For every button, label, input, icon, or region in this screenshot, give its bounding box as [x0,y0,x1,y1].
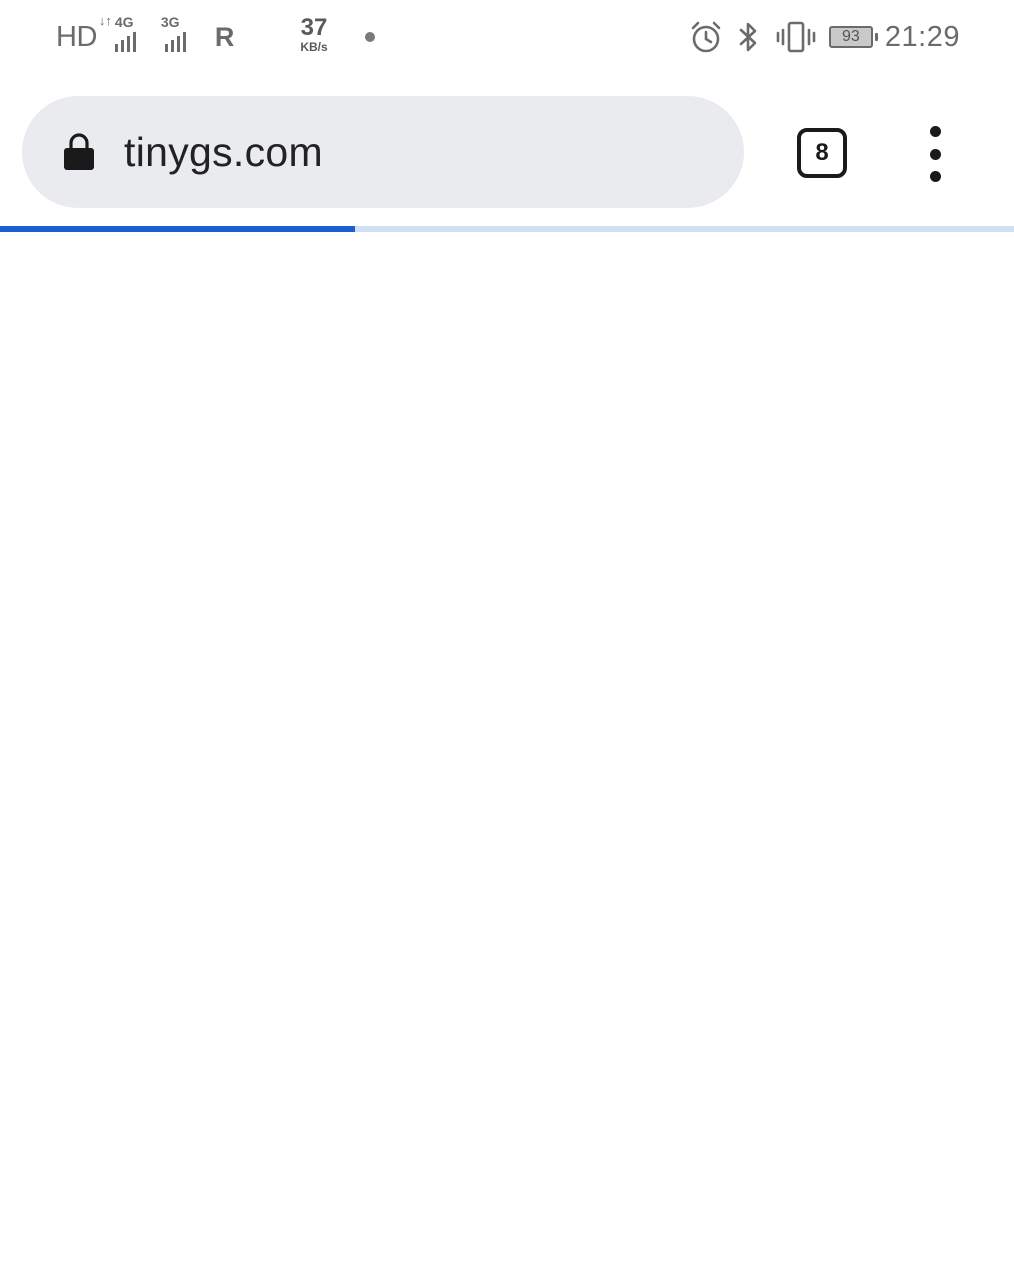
address-bar[interactable]: tinygs.com [22,96,744,208]
network-type-label: 4G [114,14,134,30]
signal-bars-icon [114,32,136,52]
status-bar-right: 93 21:29 [675,14,960,60]
more-vert-icon[interactable] [912,126,958,182]
bluetooth-icon [737,20,761,54]
tab-count: 8 [815,139,829,166]
browser-toolbar: tinygs.com 8 [0,74,1014,226]
web-page-content[interactable] [0,232,1014,1280]
network-type-label: 3G [160,14,180,30]
status-bar-left: HD ↓↑ 4G 3G R [56,14,234,60]
alarm-icon [689,20,723,54]
network-speed-value: 37 [300,14,328,41]
battery-icon: 93 [828,26,878,48]
lock-icon[interactable] [62,132,96,172]
network-speed-unit: KB/s [300,40,328,54]
cellular-signal-3g: 3G [157,14,203,60]
network-speed: 37 KB/s [292,14,336,55]
status-bar: HD ↓↑ 4G 3G R 37 KB/s 93 21:29 [0,0,1014,74]
vibrate-icon [775,20,817,54]
signal-bars-icon [164,32,186,52]
status-clock: 21:29 [884,20,960,53]
data-activity-icon: ↓↑ [98,13,112,28]
roaming-label: R [214,21,235,52]
battery-level: 93 [842,28,860,45]
tab-switcher-button[interactable]: 8 [797,128,847,178]
url-text[interactable]: tinygs.com [124,129,323,176]
notification-dot-icon [365,32,375,42]
cellular-signal-4g: ↓↑ 4G [99,14,151,60]
hd-label: HD [56,20,97,53]
